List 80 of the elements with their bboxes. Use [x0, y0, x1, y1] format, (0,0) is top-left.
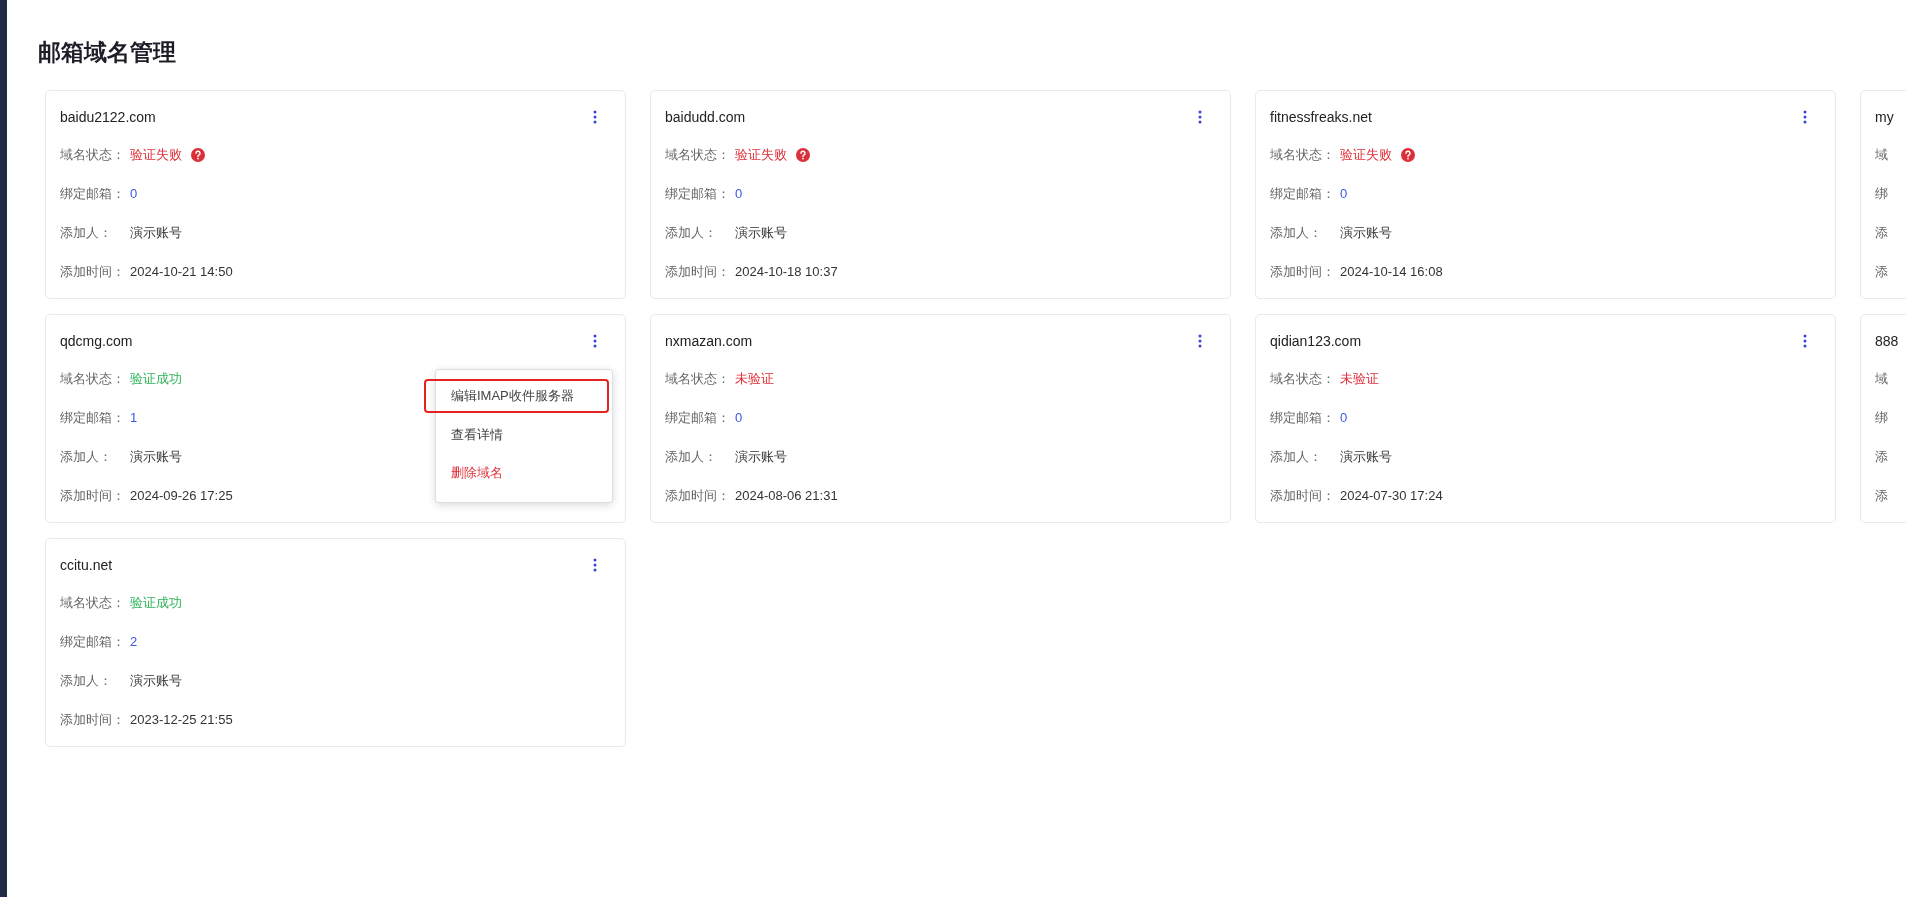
field-label: 绑定邮箱：: [665, 408, 731, 427]
help-icon[interactable]: [1401, 147, 1415, 162]
field-label: 添加人：: [60, 671, 113, 690]
field-label: 添加时间：: [60, 262, 126, 281]
field-value: 演示账号: [735, 223, 787, 242]
field-label: 添加时间：: [1270, 486, 1336, 505]
field-label: 域: [1875, 145, 1889, 164]
field-label: 绑定邮箱：: [60, 408, 126, 427]
field-label: 绑: [1875, 184, 1889, 203]
status-text: 未验证: [1340, 369, 1379, 388]
mailbox-count[interactable]: 0: [1340, 410, 1348, 425]
status-text: 未验证: [735, 369, 774, 388]
field-label: 添加人：: [60, 447, 113, 466]
field-value: 2024-10-18 10:37: [735, 264, 838, 279]
field-value: 2024-08-06 21:31: [735, 488, 838, 503]
field-label: 绑定邮箱：: [60, 632, 126, 651]
mailbox-count[interactable]: 0: [1340, 186, 1348, 201]
field-value: 演示账号: [130, 447, 182, 466]
mailbox-count[interactable]: 1: [130, 410, 138, 425]
field-label: 绑: [1875, 408, 1889, 427]
field-value: 2023-12-25 21:55: [130, 712, 233, 727]
field-label: 添加人：: [665, 447, 718, 466]
field-label: 域名状态：: [60, 369, 126, 388]
field-value: 2024-09-26 17:25: [130, 488, 233, 503]
field-label: 域名状态：: [1270, 369, 1336, 388]
field-label: 添加时间：: [1270, 262, 1336, 281]
field-label: 添加时间：: [665, 486, 731, 505]
field-label: 添: [1875, 223, 1889, 242]
field-label: 域: [1875, 369, 1889, 388]
field-value: 演示账号: [130, 671, 182, 690]
domain-name: qdcmg.com: [60, 333, 133, 349]
field-label: 绑定邮箱：: [1270, 184, 1336, 203]
mailbox-count[interactable]: 0: [735, 410, 743, 425]
field-label: 添加时间：: [60, 710, 126, 729]
menu-item[interactable]: 编辑IMAP收件服务器: [426, 381, 607, 411]
field-value: 演示账号: [1340, 223, 1392, 242]
mailbox-count[interactable]: 0: [130, 186, 138, 201]
field-label: 添: [1875, 447, 1889, 466]
field-label: 添加人：: [60, 223, 113, 242]
field-label: 域名状态：: [665, 369, 731, 388]
field-label: 添加时间：: [60, 486, 126, 505]
domain-name: baidu2122.com: [60, 109, 156, 125]
page-title: 邮箱域名管理: [38, 38, 177, 67]
field-label: 添加人：: [665, 223, 718, 242]
status-text: 验证成功: [130, 369, 182, 388]
status-text: 验证失败: [1340, 145, 1392, 164]
field-label: 添加时间：: [665, 262, 731, 281]
field-label: 添加人：: [1270, 223, 1323, 242]
field-label: 添: [1875, 262, 1889, 281]
domain-name: qidian123.com: [1270, 333, 1362, 349]
field-label: 添: [1875, 486, 1889, 505]
field-label: 域名状态：: [1270, 145, 1336, 164]
mailbox-count[interactable]: 2: [130, 634, 138, 649]
help-icon[interactable]: [796, 147, 810, 162]
domain-name: fitnessfreaks.net: [1270, 109, 1372, 125]
menu-item[interactable]: 查看详情: [451, 416, 597, 454]
field-value: 演示账号: [735, 447, 787, 466]
status-text: 验证成功: [130, 593, 182, 612]
field-label: 域名状态：: [665, 145, 731, 164]
domain-name: ccitu.net: [60, 557, 113, 573]
field-value: 2024-10-21 14:50: [130, 264, 233, 279]
field-value: 2024-07-30 17:24: [1340, 488, 1443, 503]
mailbox-count[interactable]: 0: [735, 186, 743, 201]
field-label: 绑定邮箱：: [665, 184, 731, 203]
field-label: 添加人：: [1270, 447, 1323, 466]
field-label: 域名状态：: [60, 593, 126, 612]
field-label: 绑定邮箱：: [60, 184, 126, 203]
status-text: 验证失败: [735, 145, 787, 164]
help-icon[interactable]: [191, 147, 205, 162]
field-label: 绑定邮箱：: [1270, 408, 1336, 427]
menu-item[interactable]: 删除域名: [451, 454, 597, 492]
status-text: 验证失败: [130, 145, 182, 164]
field-value: 2024-10-14 16:08: [1340, 264, 1443, 279]
field-label: 域名状态：: [60, 145, 126, 164]
field-value: 演示账号: [1340, 447, 1392, 466]
domain-name: 888: [1875, 333, 1899, 349]
domain-name: my: [1875, 109, 1894, 125]
domain-name: nxmazan.com: [665, 333, 753, 349]
domain-name: baidudd.com: [665, 109, 746, 125]
field-value: 演示账号: [130, 223, 182, 242]
